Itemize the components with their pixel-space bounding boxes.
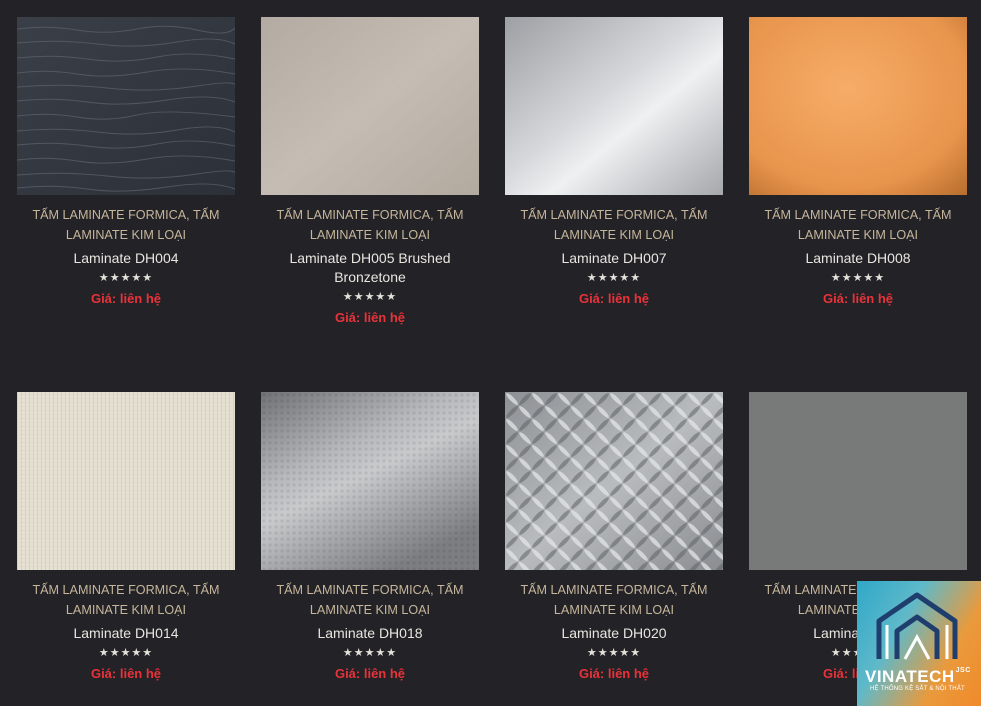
category-link[interactable]: TẤM LAMINATE FORMICA — [276, 583, 430, 597]
product-card[interactable]: TẤM LAMINATE FORMICA, TẤM LAMINATE KIM L… — [505, 17, 723, 308]
product-card[interactable]: TẤM LAMINATE FORMICA, TẤM LAMINATE KIM L… — [17, 17, 235, 308]
product-price: Giá: liên hệ — [90, 666, 162, 681]
star-rating-icon: ★★★★★ — [342, 291, 398, 303]
product-image-dh004[interactable] — [17, 17, 235, 195]
product-price: Giá: liên hệ — [90, 291, 162, 306]
category-separator: , — [674, 208, 681, 222]
category-link[interactable]: TẤM LAMINATE FORMICA — [32, 208, 186, 222]
product-title[interactable]: Laminate DH018 — [261, 624, 479, 643]
product-card[interactable]: TẤM LAMINATE FORMICA, TẤM LAMINATE KIM L… — [505, 392, 723, 683]
star-rating-icon: ★★★★★ — [98, 272, 154, 284]
product-title[interactable]: Laminate DH004 — [17, 249, 235, 268]
category-separator: , — [430, 583, 437, 597]
product-title[interactable]: Laminate DH005 Brushed Bronzetone — [261, 249, 479, 287]
product-categories: TẤM LAMINATE FORMICA, TẤM LAMINATE KIM L… — [261, 580, 479, 620]
category-separator: , — [186, 208, 193, 222]
product-card[interactable]: TẤM LAMINATE FORMICA, TẤM LAMINATE KIM L… — [261, 392, 479, 683]
product-categories: TẤM LAMINATE FORMICA, TẤM LAMINATE KIM L… — [505, 205, 723, 245]
category-link[interactable]: TẤM LAMINATE FORMICA — [520, 208, 674, 222]
product-price: Giá: liên hệ — [822, 291, 894, 306]
product-price: Giá: liên hệ — [578, 291, 650, 306]
category-link[interactable]: TẤM LAMINATE FORMICA — [276, 208, 430, 222]
product-image-dh018[interactable] — [261, 392, 479, 570]
product-card[interactable]: TẤM LAMINATE FORMICA, TẤM LAMINATE KIM L… — [261, 17, 479, 327]
logo-tagline: HỆ THỐNG KỆ SẮT & NỘI THẤT — [870, 686, 965, 692]
product-title[interactable]: Laminate DH014 — [17, 624, 235, 643]
category-link[interactable]: TẤM LAMINATE FORMICA — [764, 208, 918, 222]
product-image-dh014[interactable] — [17, 392, 235, 570]
star-rating-icon: ★★★★★ — [98, 647, 154, 659]
product-image-dh008[interactable] — [749, 17, 967, 195]
product-image-dh020[interactable] — [505, 392, 723, 570]
product-price: Giá: liên hệ — [334, 310, 406, 325]
product-title[interactable]: Laminate DH008 — [749, 249, 967, 268]
star-rating-icon: ★★★★★ — [586, 272, 642, 284]
vinatech-logo: VINATECHJSC HỆ THỐNG KỆ SẮT & NỘI THẤT — [857, 581, 981, 706]
star-rating-icon: ★★★★★ — [342, 647, 398, 659]
category-separator: , — [186, 583, 193, 597]
category-separator: , — [430, 208, 437, 222]
product-image-gray[interactable] — [749, 392, 967, 570]
product-title[interactable]: Laminate DH020 — [505, 624, 723, 643]
building-logo-icon — [876, 592, 958, 660]
product-card[interactable]: TẤM LAMINATE FORMICA, TẤM LAMINATE KIM L… — [749, 17, 967, 308]
product-categories: TẤM LAMINATE FORMICA, TẤM LAMINATE KIM L… — [749, 205, 967, 245]
logo-name: VINATECHJSC — [865, 667, 971, 686]
category-link[interactable]: TẤM LAMINATE FORMICA — [32, 583, 186, 597]
category-separator: , — [918, 208, 925, 222]
product-categories: TẤM LAMINATE FORMICA, TẤM LAMINATE KIM L… — [505, 580, 723, 620]
product-categories: TẤM LAMINATE FORMICA, TẤM LAMINATE KIM L… — [17, 580, 235, 620]
star-rating-icon: ★★★★★ — [830, 272, 886, 284]
product-card[interactable]: TẤM LAMINATE FORMICA, TẤM LAMINATE KIM L… — [17, 392, 235, 683]
product-categories: TẤM LAMINATE FORMICA, TẤM LAMINATE KIM L… — [17, 205, 235, 245]
product-image-dh005[interactable] — [261, 17, 479, 195]
star-rating-icon: ★★★★★ — [586, 647, 642, 659]
product-title[interactable]: Laminate DH007 — [505, 249, 723, 268]
product-categories: TẤM LAMINATE FORMICA, TẤM LAMINATE KIM L… — [261, 205, 479, 245]
product-price: Giá: liên hệ — [334, 666, 406, 681]
product-price: Giá: liên hệ — [578, 666, 650, 681]
category-link[interactable]: TẤM LAMINATE FORMICA — [520, 583, 674, 597]
product-image-dh007[interactable] — [505, 17, 723, 195]
category-separator: , — [674, 583, 681, 597]
